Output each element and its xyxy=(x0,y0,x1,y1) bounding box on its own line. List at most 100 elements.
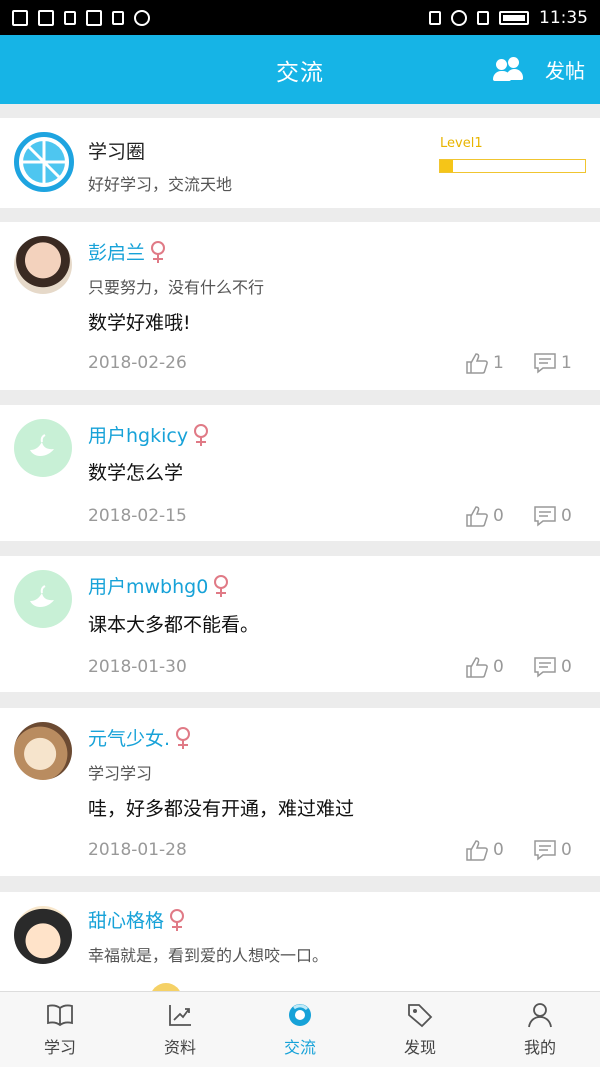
status-time: 11:35 xyxy=(539,7,588,28)
app-bar: 交流 发帖 xyxy=(0,35,600,104)
post-content: 数学好难哦! xyxy=(88,312,191,334)
nav-label: 我的 xyxy=(523,1037,556,1057)
calendar-icon xyxy=(112,10,124,25)
post-username[interactable]: 用户hgkicy xyxy=(88,421,209,448)
user-signature: 只要努力，没有什么不行 xyxy=(88,278,265,297)
thumbs-up-icon xyxy=(466,353,488,374)
image-icon xyxy=(38,9,54,26)
female-icon xyxy=(170,908,185,931)
comment-button[interactable]: 0 xyxy=(533,656,572,678)
tag-icon xyxy=(408,1003,433,1027)
post-item[interactable]: 用户hgkicy 数学怎么学 2018-02-15 0 0 xyxy=(0,405,600,541)
level-progress-bar xyxy=(439,159,586,173)
status-right-icons: 11:35 xyxy=(429,8,588,28)
nav-label: 资料 xyxy=(163,1037,196,1057)
post-username[interactable]: 彭启兰 xyxy=(88,238,166,265)
thumbs-up-icon xyxy=(466,506,488,527)
post-date: 2018-02-26 xyxy=(88,353,187,373)
avatar[interactable] xyxy=(14,906,72,964)
chat-circle-icon xyxy=(289,1003,311,1026)
like-button[interactable]: 0 xyxy=(465,839,504,861)
post-date: 2018-02-15 xyxy=(88,506,187,526)
comment-count: 0 xyxy=(561,657,572,677)
user-icon xyxy=(528,1002,552,1027)
female-icon xyxy=(176,726,191,749)
circle-desc: 好好学习，交流天地 xyxy=(88,175,233,194)
comment-icon xyxy=(534,506,556,527)
friends-icon[interactable] xyxy=(493,56,523,83)
like-count: 0 xyxy=(493,840,504,860)
status-bar: 11:35 xyxy=(0,0,600,35)
post-username[interactable]: 用户mwbhg0 xyxy=(88,572,229,599)
user-signature: 学习学习 xyxy=(88,764,153,783)
more-icon xyxy=(134,9,150,26)
post-content: 数学怎么学 xyxy=(88,462,184,484)
bird-icon xyxy=(30,434,54,456)
circle-card[interactable]: 学习圈 好好学习，交流天地 Level1 xyxy=(0,118,600,208)
nav-label: 发现 xyxy=(403,1037,436,1057)
chart-icon xyxy=(169,1004,191,1026)
comment-count: 0 xyxy=(561,840,572,860)
comment-count: 1 xyxy=(561,353,572,373)
comment-icon xyxy=(534,840,556,861)
level-label: Level1 xyxy=(440,136,483,151)
post-username[interactable]: 元气少女. xyxy=(88,724,191,751)
thumbs-up-icon xyxy=(466,840,488,861)
nfc-icon xyxy=(12,9,28,26)
post-content: 哇，好多都没有开通，难过难过 xyxy=(88,798,355,820)
comment-button[interactable]: 0 xyxy=(533,505,572,527)
book-icon xyxy=(47,1004,73,1026)
bird-icon xyxy=(30,585,54,607)
comment-icon xyxy=(534,353,556,374)
status-left-icons xyxy=(12,9,150,26)
app-grid-icon xyxy=(86,9,102,26)
username-text: 元气少女. xyxy=(88,728,171,750)
nav-item-discover[interactable]: 发现 xyxy=(360,992,480,1067)
comment-icon xyxy=(534,657,556,678)
avatar[interactable] xyxy=(14,722,72,780)
like-count: 0 xyxy=(493,657,504,677)
female-icon xyxy=(194,423,209,446)
page-title: 交流 xyxy=(276,59,324,86)
level-progress-fill xyxy=(440,160,454,172)
comment-button[interactable]: 0 xyxy=(533,839,572,861)
nav-item-resources[interactable]: 资料 xyxy=(120,992,240,1067)
username-text: 彭启兰 xyxy=(88,242,146,264)
avatar[interactable] xyxy=(14,236,72,294)
post-button[interactable]: 发帖 xyxy=(545,55,585,84)
nav-label: 交流 xyxy=(283,1037,316,1057)
post-date: 2018-01-28 xyxy=(88,840,187,860)
post-item[interactable]: 元气少女. 学习学习 哇，好多都没有开通，难过难过 2018-01-28 0 0 xyxy=(0,708,600,876)
post-item[interactable]: 彭启兰 只要努力，没有什么不行 数学好难哦! 2018-02-26 1 1 xyxy=(0,222,600,390)
post-username[interactable]: 甜心格格 xyxy=(88,906,185,933)
like-count: 1 xyxy=(493,353,504,373)
avatar[interactable] xyxy=(14,570,72,628)
nav-item-study[interactable]: 学习 xyxy=(0,992,120,1067)
username-text: 用户mwbhg0 xyxy=(88,576,209,598)
wifi-icon xyxy=(451,9,467,26)
comment-button[interactable]: 1 xyxy=(533,352,572,374)
thumbs-up-icon xyxy=(466,657,488,678)
like-count: 0 xyxy=(493,506,504,526)
circle-logo-icon xyxy=(14,132,74,192)
nav-label: 学习 xyxy=(43,1037,76,1057)
username-text: 甜心格格 xyxy=(88,910,165,932)
post-content: 课本大多都不能看。 xyxy=(88,614,260,636)
comment-count: 0 xyxy=(561,506,572,526)
bluetooth-icon xyxy=(429,10,441,25)
circle-name: 学习圈 xyxy=(88,141,146,163)
nav-item-me[interactable]: 我的 xyxy=(480,992,600,1067)
like-button[interactable]: 1 xyxy=(465,352,504,374)
battery-icon xyxy=(499,10,529,25)
nav-item-community[interactable]: 交流 xyxy=(240,992,360,1067)
sim-icon xyxy=(477,10,489,25)
female-icon xyxy=(151,240,166,263)
post-date: 2018-01-30 xyxy=(88,657,187,677)
bottom-nav: 学习 资料 交流 发现 我的 xyxy=(0,991,600,1067)
post-item[interactable]: 用户mwbhg0 课本大多都不能看。 2018-01-30 0 0 xyxy=(0,556,600,692)
avatar[interactable] xyxy=(14,419,72,477)
user-signature: 幸福就是，看到爱的人想咬一口。 xyxy=(88,946,329,965)
post-item[interactable]: 甜心格格 幸福就是，看到爱的人想咬一口。 xyxy=(0,892,600,992)
like-button[interactable]: 0 xyxy=(465,656,504,678)
like-button[interactable]: 0 xyxy=(465,505,504,527)
